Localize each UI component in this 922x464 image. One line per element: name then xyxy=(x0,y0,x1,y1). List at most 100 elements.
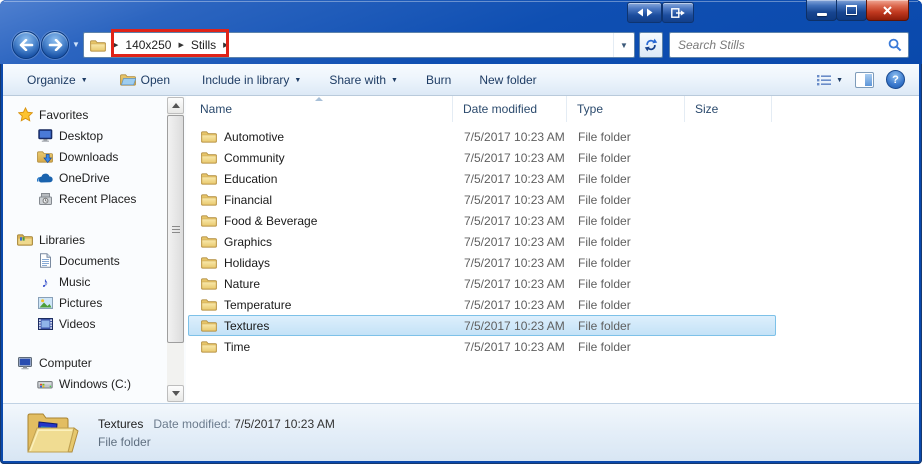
breadcrumb-segment-current[interactable]: Stills xyxy=(191,38,216,52)
file-type: File folder xyxy=(578,339,631,354)
titlebar-exit-button[interactable] xyxy=(662,2,694,23)
sort-ascending-icon xyxy=(315,97,323,101)
address-history-dropdown[interactable]: ▼ xyxy=(613,33,634,57)
close-icon xyxy=(883,5,892,15)
share-label: Share with xyxy=(329,72,387,87)
sidebar-item-libraries[interactable]: Libraries xyxy=(3,229,186,250)
sidebar-item-desktop[interactable]: Desktop xyxy=(3,125,186,146)
column-header-date-modified[interactable]: Date modified xyxy=(453,96,567,122)
sidebar-item-label: Desktop xyxy=(59,128,104,143)
open-button[interactable]: Open xyxy=(114,70,176,90)
folder-icon xyxy=(201,215,217,227)
column-label: Size xyxy=(695,102,719,116)
scrollbar-thumb[interactable] xyxy=(167,115,184,343)
help-icon: ? xyxy=(892,73,899,86)
open-label: Open xyxy=(140,72,170,87)
table-row[interactable]: Automotive 7/5/2017 10:23 AM File folder xyxy=(188,126,776,147)
chevron-down-icon: ▼ xyxy=(836,76,843,84)
sidebar-item-downloads[interactable]: Downloads xyxy=(3,146,186,167)
table-row[interactable]: Time 7/5/2017 10:23 AM File folder xyxy=(188,336,776,357)
open-folder-icon xyxy=(119,74,136,86)
recent-places-icon xyxy=(37,191,53,207)
table-row[interactable]: Community 7/5/2017 10:23 AM File folder xyxy=(188,147,776,168)
details-pane: Textures Date modified: 7/5/2017 10:23 A… xyxy=(3,403,919,461)
breadcrumb-chevron-icon[interactable]: ▶ xyxy=(106,41,125,49)
table-row[interactable]: Financial 7/5/2017 10:23 AM File folder xyxy=(188,189,776,210)
sidebar-item-pictures[interactable]: Pictures xyxy=(3,292,186,313)
table-row[interactable]: Graphics 7/5/2017 10:23 AM File folder xyxy=(188,231,776,252)
file-list: Name Date modified Type Size Automotive xyxy=(186,96,919,403)
table-row[interactable]: Education 7/5/2017 10:23 AM File folder xyxy=(188,168,776,189)
navigation-pane: Favorites Desktop Downloads OneDrive Rec… xyxy=(3,96,186,403)
sidebar-scrollbar[interactable] xyxy=(167,97,184,402)
sidebar-item-favorites[interactable]: Favorites xyxy=(3,104,186,125)
close-button[interactable] xyxy=(866,0,909,21)
search-icon[interactable] xyxy=(888,38,902,52)
name-cell: Education xyxy=(189,172,454,186)
triangle-up-icon xyxy=(171,103,180,108)
minimize-button[interactable] xyxy=(806,0,837,21)
back-button[interactable] xyxy=(12,31,40,59)
organize-button[interactable]: Organize ▼ xyxy=(21,70,94,90)
scroll-down-button[interactable] xyxy=(167,385,184,402)
share-with-button[interactable]: Share with ▼ xyxy=(323,70,404,90)
minimize-icon xyxy=(816,13,827,16)
table-row[interactable]: Temperature 7/5/2017 10:23 AM File folde… xyxy=(188,294,776,315)
computer-icon xyxy=(17,355,33,371)
file-name: Graphics xyxy=(224,234,273,249)
sidebar-item-recent-places[interactable]: Recent Places xyxy=(3,188,186,209)
name-cell: Automotive xyxy=(189,130,454,144)
sidebar-item-label: Downloads xyxy=(59,149,119,164)
downloads-icon xyxy=(37,149,53,165)
exit-icon xyxy=(671,7,685,18)
forward-button[interactable] xyxy=(41,31,69,59)
file-date: 7/5/2017 10:23 AM xyxy=(464,339,565,354)
file-date: 7/5/2017 10:23 AM xyxy=(464,255,565,270)
file-type: File folder xyxy=(578,192,631,207)
file-date: 7/5/2017 10:23 AM xyxy=(464,171,565,186)
preview-pane-button[interactable] xyxy=(855,71,874,88)
maximize-button[interactable] xyxy=(836,0,867,21)
date-modified-label: Date modified: xyxy=(153,416,231,431)
file-name: Financial xyxy=(224,192,273,207)
file-date: 7/5/2017 10:23 AM xyxy=(464,150,565,165)
sidebar-item-documents[interactable]: Documents xyxy=(3,250,186,271)
table-row[interactable]: Holidays 7/5/2017 10:23 AM File folder xyxy=(188,252,776,273)
refresh-button[interactable] xyxy=(639,32,663,58)
sidebar-item-videos[interactable]: Videos xyxy=(3,313,186,334)
titlebar-arrows-button[interactable] xyxy=(627,2,662,23)
include-in-library-button[interactable]: Include in library ▼ xyxy=(196,70,307,90)
breadcrumb-segment-parent[interactable]: 140x250 xyxy=(125,38,171,52)
table-row[interactable]: Food & Beverage 7/5/2017 10:23 AM File f… xyxy=(188,210,776,231)
left-right-arrows-icon xyxy=(637,8,652,17)
chevron-down-icon: ▼ xyxy=(391,76,398,84)
recent-pages-dropdown[interactable]: ▼ xyxy=(69,31,83,59)
hard-drive-icon xyxy=(37,376,53,392)
breadcrumb-chevron-icon[interactable]: ▶ xyxy=(171,41,190,49)
file-date: 7/5/2017 10:23 AM xyxy=(464,129,565,144)
column-header-size[interactable]: Size xyxy=(685,96,772,122)
sidebar-item-music[interactable]: ♪ Music xyxy=(3,271,186,292)
table-row[interactable]: Textures 7/5/2017 10:23 AM File folder xyxy=(188,315,776,336)
column-header-name[interactable]: Name xyxy=(186,96,453,122)
folder-icon xyxy=(201,278,217,290)
sidebar-item-windows-c[interactable]: Windows (C:) xyxy=(3,373,186,394)
help-button[interactable]: ? xyxy=(886,70,905,89)
file-date: 7/5/2017 10:23 AM xyxy=(464,297,565,312)
scroll-up-button[interactable] xyxy=(167,97,184,114)
search-input[interactable] xyxy=(676,37,888,53)
name-cell: Food & Beverage xyxy=(189,214,454,228)
breadcrumb-chevron-icon[interactable]: ▶ xyxy=(216,41,235,49)
address-box[interactable]: ▶ 140x250 ▶ Stills ▶ ▼ xyxy=(83,32,635,58)
sidebar-item-computer[interactable]: Computer xyxy=(3,352,186,373)
details-text: Textures Date modified: 7/5/2017 10:23 A… xyxy=(98,417,335,449)
burn-button[interactable]: Burn xyxy=(420,70,457,90)
name-cell: Financial xyxy=(189,193,454,207)
main-area: Favorites Desktop Downloads OneDrive Rec… xyxy=(3,96,919,403)
new-folder-button[interactable]: New folder xyxy=(473,70,542,90)
table-row[interactable]: Nature 7/5/2017 10:23 AM File folder xyxy=(188,273,776,294)
sidebar-item-label: Favorites xyxy=(39,107,89,122)
sidebar-item-onedrive[interactable]: OneDrive xyxy=(3,167,186,188)
column-header-type[interactable]: Type xyxy=(567,96,685,122)
change-view-button[interactable]: ▼ xyxy=(817,74,843,86)
